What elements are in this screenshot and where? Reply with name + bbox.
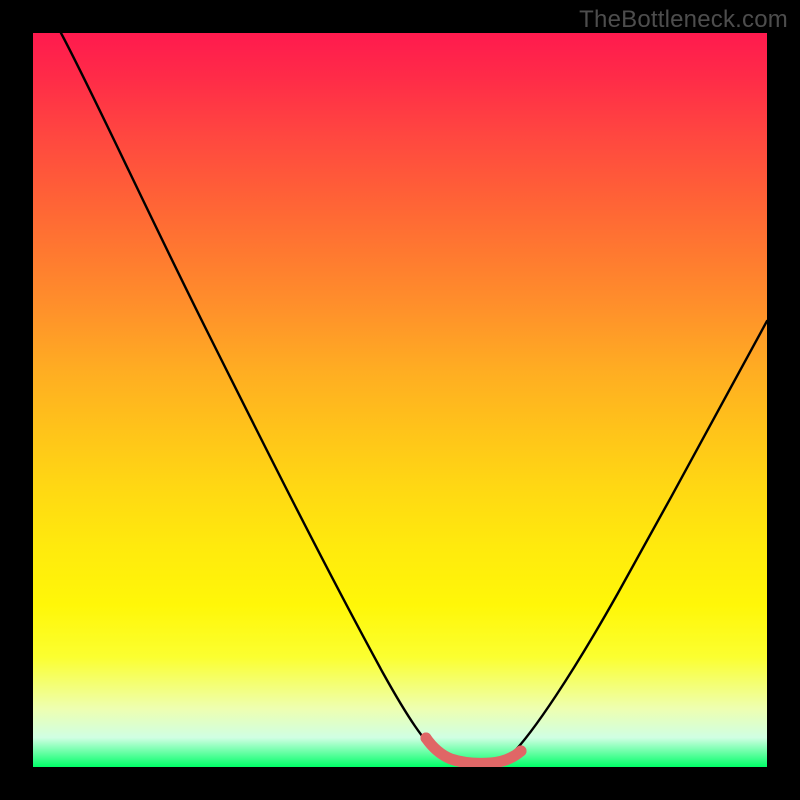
plot-area [33, 33, 767, 767]
optimal-band-highlight [426, 738, 521, 763]
optimal-band-end-left [421, 733, 432, 744]
bottleneck-curve-left [61, 33, 438, 753]
bottleneck-curve-right [511, 321, 767, 755]
chart-frame: TheBottleneck.com [0, 0, 800, 800]
curve-layer [33, 33, 767, 767]
optimal-band-end-right [516, 746, 527, 757]
watermark-text: TheBottleneck.com [579, 6, 788, 34]
